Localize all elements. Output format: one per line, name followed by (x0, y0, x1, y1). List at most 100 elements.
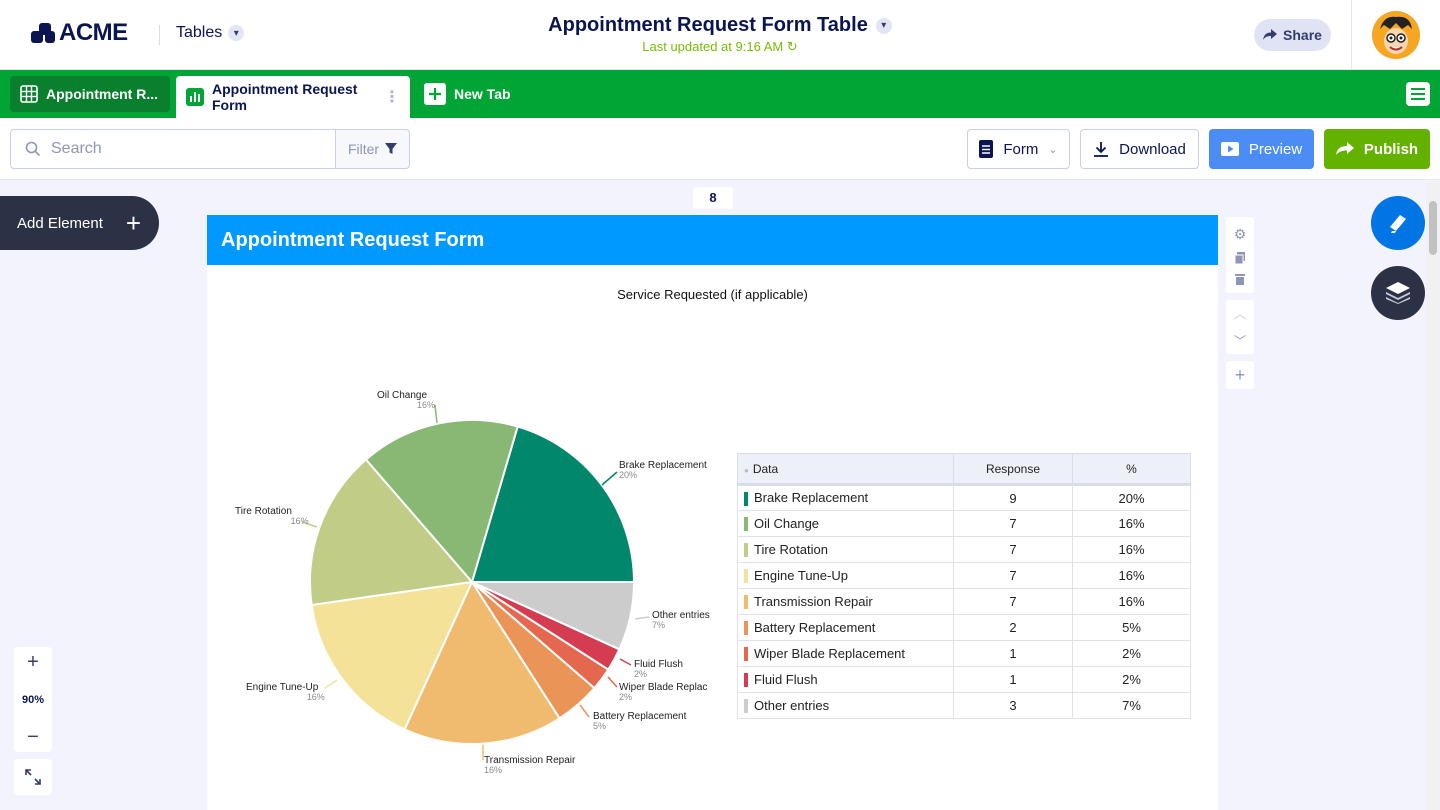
title-block: Appointment Request Form Table ▾ Last up… (470, 14, 970, 55)
chevron-down-icon[interactable]: ﹀ (1234, 332, 1246, 349)
search-icon (25, 141, 41, 157)
pie-label-percent: 7% (652, 620, 665, 630)
cell-response: 9 (953, 484, 1073, 511)
search-input[interactable] (51, 140, 311, 158)
legend-swatch (744, 673, 748, 688)
cell-label: Oil Change (754, 515, 820, 531)
copy-icon[interactable] (1235, 251, 1245, 264)
table-row: Other entries 3 7% (737, 692, 1191, 719)
pie-leader-line (634, 616, 650, 620)
user-avatar[interactable] (1372, 11, 1420, 59)
form-label: Form (1003, 140, 1039, 158)
fit-screen-button[interactable] (14, 759, 52, 795)
cell-percent: 16% (1072, 536, 1191, 563)
new-tab-button[interactable]: New Tab (414, 76, 521, 112)
page-number-badge: 8 (693, 187, 733, 209)
table-row: Transmission Repair 7 16% (737, 588, 1191, 615)
tables-dropdown[interactable]: Tables ▾ (176, 24, 245, 42)
last-updated-text: Last updated at 9:16 AM ↻ (470, 39, 970, 55)
share-button[interactable]: Share (1254, 19, 1331, 51)
acme-logo[interactable]: ACME (31, 19, 128, 47)
tables-label: Tables (176, 24, 223, 41)
zoom-in-button[interactable]: + (27, 651, 39, 673)
vertical-scrollbar[interactable] (1426, 181, 1440, 810)
cell-label: Engine Tune-Up (754, 567, 848, 583)
cell-percent: 7% (1072, 692, 1191, 719)
pie-label-percent: 2% (619, 692, 632, 702)
chart-title: Service Requested (if applicable) (617, 287, 808, 302)
zoom-out-button[interactable]: − (27, 726, 39, 748)
pages-layers-button[interactable] (1371, 266, 1425, 320)
report-header-title[interactable]: Appointment Request Form (207, 215, 1218, 265)
cell-percent: 16% (1072, 588, 1191, 615)
logo-text: ACME (59, 19, 128, 46)
hamburger-menu-icon[interactable] (1406, 82, 1430, 106)
cell-percent: 2% (1072, 666, 1191, 693)
pie-leader-line (601, 471, 618, 486)
cell-response: 7 (953, 536, 1073, 563)
publish-arrow-icon (1335, 142, 1354, 155)
add-element-button[interactable]: Add Element + (0, 196, 159, 250)
plus-icon: + (125, 207, 141, 238)
tab-label: Appointment Request Form (212, 81, 358, 113)
download-button[interactable]: Download (1080, 129, 1199, 169)
pie-label-percent: 16% (307, 692, 325, 702)
paint-roller-icon (1390, 215, 1406, 233)
publish-label: Publish (1363, 140, 1419, 158)
cell-data: Engine Tune-Up (737, 562, 954, 589)
table-row: Tire Rotation 7 16% (737, 536, 1191, 563)
chevron-down-icon: ▾ (228, 25, 245, 41)
pie-label-percent: 16% (484, 765, 502, 775)
pie-leader-line (619, 658, 632, 666)
cell-response: 3 (953, 692, 1073, 719)
cell-label: Wiper Blade Replacement (754, 645, 906, 661)
table-row: Battery Replacement 2 5% (737, 614, 1191, 641)
trash-icon[interactable] (1235, 273, 1245, 285)
filter-funnel-icon (385, 143, 398, 154)
filter-label: Filter (347, 141, 380, 157)
tab-label: Appointment R... (46, 86, 158, 102)
chevron-down-icon: ⌄ (1048, 143, 1058, 156)
cell-label: Fluid Flush (754, 671, 818, 687)
table-row: Brake Replacement 9 20% (737, 484, 1191, 511)
pie-leader-line (434, 404, 438, 424)
scrollbar-thumb[interactable] (1429, 201, 1437, 255)
cell-response: 7 (953, 588, 1073, 615)
page-title-row[interactable]: Appointment Request Form Table ▾ (548, 14, 892, 37)
col-header-pct[interactable]: % (1072, 453, 1191, 486)
cell-percent: 20% (1072, 484, 1191, 511)
legend-swatch (744, 569, 748, 584)
preview-button[interactable]: Preview (1209, 129, 1314, 169)
download-icon (1094, 142, 1109, 157)
col-header-response[interactable]: Response (953, 453, 1073, 486)
cell-label: Tire Rotation (754, 541, 828, 557)
header-divider-right (1351, 0, 1352, 70)
avatar-face-icon (1372, 11, 1420, 59)
report-page: Appointment Request Form Service Request… (207, 215, 1218, 810)
tab-appointment-report[interactable]: Appointment Request Form ⋮ (176, 76, 410, 118)
pie-chart[interactable]: Oil Change16%Brake Replacement20%Tire Ro… (207, 365, 727, 795)
logo-mark-icon (31, 21, 55, 45)
cell-response: 7 (953, 562, 1073, 589)
tab-options-icon[interactable]: ⋮ (384, 87, 400, 107)
tab-appointment-table[interactable]: Appointment R... (10, 76, 170, 112)
form-dropdown-button[interactable]: Form ⌄ (967, 129, 1070, 169)
search-box (10, 129, 336, 169)
legend-swatch (744, 647, 748, 662)
pie-label-percent: 16% (291, 516, 309, 526)
pie-label: Tire Rotation (235, 506, 292, 517)
header-divider (159, 25, 160, 45)
add-below-icon[interactable]: + (1226, 361, 1254, 389)
report-designer-button[interactable] (1371, 196, 1425, 250)
filter-button[interactable]: Filter (335, 129, 410, 169)
col-header-data-label: Data (752, 461, 779, 476)
publish-button[interactable]: Publish (1324, 129, 1430, 169)
col-header-data[interactable]: ● Data (737, 453, 954, 486)
refresh-icon[interactable]: ↻ (787, 39, 798, 54)
table-row: Fluid Flush 1 2% (737, 666, 1191, 693)
chevron-up-icon[interactable]: ︿ (1234, 305, 1246, 322)
gear-icon[interactable]: ⚙ (1234, 226, 1247, 243)
data-table: ● Data Response % Brake Replacement 9 20% Oi… (737, 453, 1191, 719)
form-doc-icon (979, 140, 994, 158)
cell-response: 2 (953, 614, 1073, 641)
